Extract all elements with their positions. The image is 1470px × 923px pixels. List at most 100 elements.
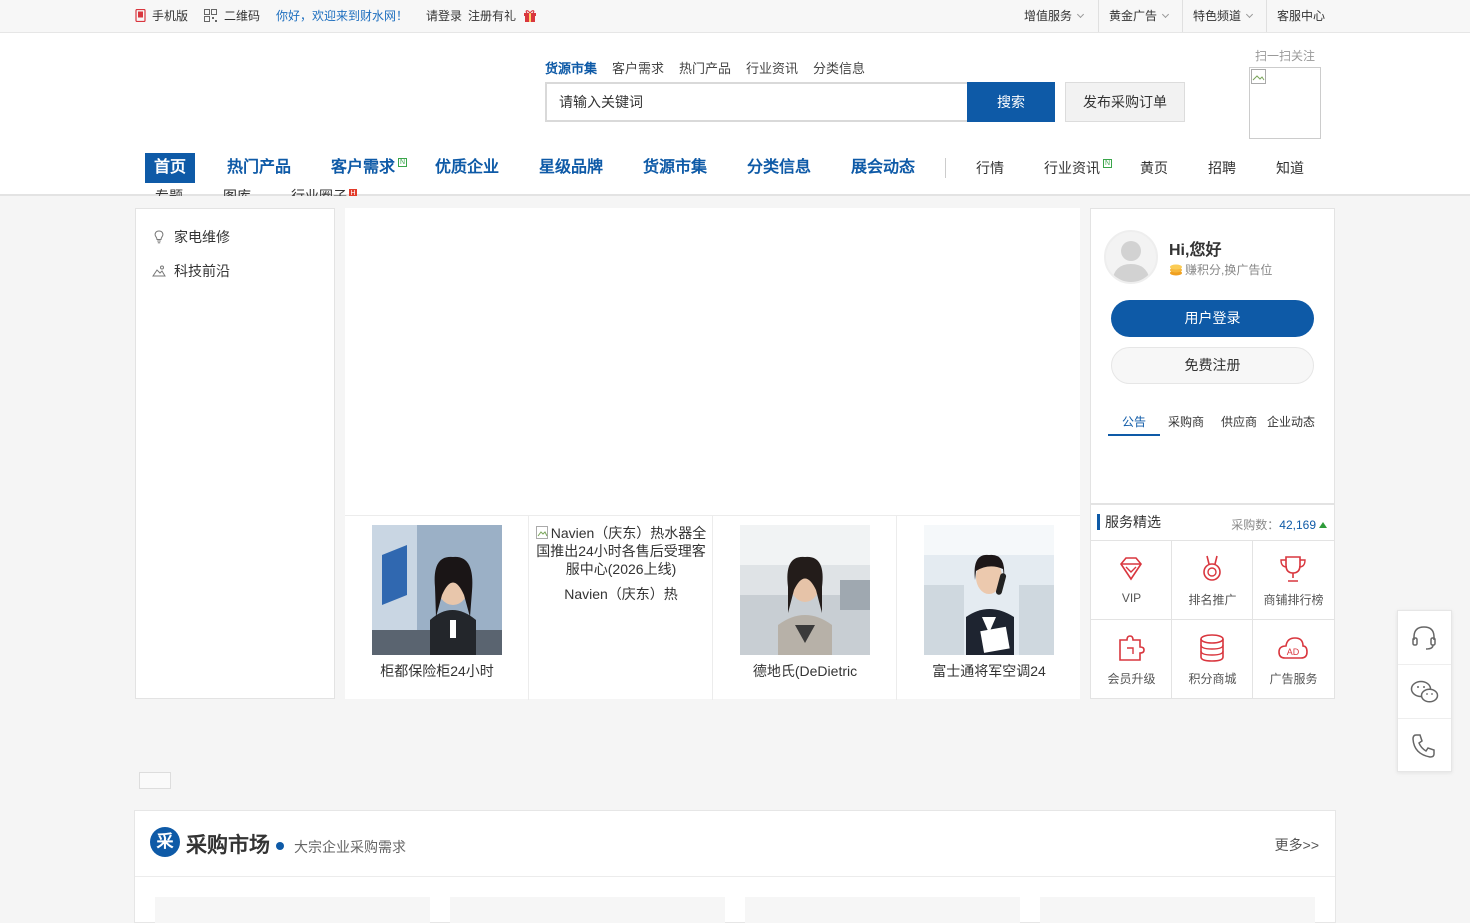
service-ranking-promotion[interactable]: 排名推广 [1172,540,1253,619]
service-points-mall[interactable]: 积分商城 [1172,619,1253,698]
search-tab-demand[interactable]: 客户需求 [612,58,664,77]
service-member-upgrade[interactable]: 会员升级 [1091,619,1172,698]
free-register-button[interactable]: 免费注册 [1111,347,1314,384]
qrcode-link[interactable]: 二维码 [204,0,260,32]
nav-customer-demand-label: 客户需求 [331,159,396,176]
chevron-down-icon [1245,10,1254,19]
user-panel: Hi,您好 赚积分,换广告位 用户登录 免费注册 公告 采购商 供应商 企业动态 [1090,208,1335,504]
category-appliance-repair[interactable]: 家电维修 [152,227,230,247]
service-advertising[interactable]: AD 广告服务 [1253,619,1334,698]
user-login-button[interactable]: 用户登录 [1111,300,1314,337]
login-link[interactable]: 请登录 [426,0,462,32]
nav-yellow-pages[interactable]: 黄页 [1140,155,1168,181]
earn-points-link[interactable]: 赚积分,换广告位 [1169,261,1272,278]
purchase-card[interactable] [450,897,725,923]
nav-circles-label: 行业圈子 [291,188,347,196]
thumb-caption: 德地氏(DeDietric [752,663,858,679]
nav-topics[interactable]: 专题 [155,185,183,196]
search-tab-market[interactable]: 货源市集 [545,58,597,77]
services-panel: 服务精选 采购数：42,169 VIP 排名推广 商铺排行榜 会员升级 积分商城… [1090,504,1335,699]
nav-classified[interactable]: 分类信息 [747,155,811,181]
register-gift-link[interactable]: 注册有礼 [468,0,537,32]
nav-customer-demand[interactable]: 客户需求 N [331,155,408,181]
nav-hot-products[interactable]: 热门产品 [227,155,291,181]
gold-ads-menu[interactable]: 黄金广告 [1098,0,1178,32]
thumb-alt-text: Navien（庆东）热水器全国推出24小时各售后受理客服中心(2026上线) [536,525,707,577]
qrcode-label: 二维码 [224,9,261,23]
nav-gallery[interactable]: 图库 [223,185,251,196]
wechat-button[interactable] [1398,665,1451,719]
support-button[interactable] [1398,611,1451,665]
banner-carousel[interactable] [345,208,1080,515]
nav-jobs[interactable]: 招聘 [1208,155,1236,181]
more-link[interactable]: 更多>> [1275,835,1319,855]
search-tab-hot-products[interactable]: 热门产品 [679,58,731,77]
thumb-item[interactable]: 柜都保险柜24小时 [345,516,529,700]
thumb-photo [372,525,502,655]
service-vip[interactable]: VIP [1091,540,1172,619]
qr-code-image [1249,67,1321,139]
section-subtitle: 大宗企业采购需求 [294,839,406,855]
nav-star-brands[interactable]: 星级品牌 [539,155,603,181]
user-avatar-icon [1112,241,1150,282]
nav-industry-news[interactable]: 行业资讯 N [1044,155,1112,181]
dot-icon [276,842,284,850]
purchase-card[interactable] [745,897,1020,923]
svg-text:AD: AD [1287,647,1300,657]
hot-badge: H [349,189,357,196]
thumb-caption: 富士通将军空调24 [932,663,1046,679]
thumb-item[interactable]: Navien（庆东）热水器全国推出24小时各售后受理客服中心(2026上线) N… [528,516,712,700]
mobile-link[interactable]: 手机版 [135,0,188,32]
puzzle-icon [1119,635,1145,661]
broken-image-icon [1251,69,1266,84]
trophy-icon [1280,556,1306,582]
purchase-count: 采购数：42,169 [1231,516,1327,533]
nav-quality-companies[interactable]: 优质企业 [435,155,499,181]
tab-announcement[interactable]: 公告 [1122,413,1146,430]
category-tech-frontier[interactable]: 科技前沿 [152,261,230,281]
search-button[interactable]: 搜索 [967,82,1055,122]
new-badge: N [398,158,408,167]
nav-circles[interactable]: 行业圈子 H [291,185,357,196]
thumb-item[interactable]: 富士通将军空调24 [896,516,1080,700]
thumb-item[interactable]: 德地氏(DeDietric [712,516,896,700]
phone-button[interactable] [1398,719,1451,773]
customer-service-link[interactable]: 客服中心 [1266,0,1335,32]
search-input[interactable]: 请输入关键词 [545,82,967,122]
service-label: 积分商城 [1188,672,1237,686]
tab-company-news[interactable]: 企业动态 [1267,413,1315,430]
chevron-down-icon [1076,10,1085,19]
headset-icon [1412,626,1436,650]
publish-order-button[interactable]: 发布采购订单 [1065,82,1185,122]
nav-exhibitions[interactable]: 展会动态 [851,155,915,181]
ad-cloud-icon: AD [1278,637,1308,659]
medal-icon [1203,555,1221,581]
nav-market[interactable]: 货源市集 [643,155,707,181]
earn-points-label: 赚积分,换广告位 [1185,263,1273,277]
value-added-menu[interactable]: 增值服务 [1014,0,1093,32]
arrow-up-icon [1319,522,1327,528]
service-shop-ranking[interactable]: 商铺排行榜 [1253,540,1334,619]
thumb-broken-image: Navien（庆东）热水器全国推出24小时各售后受理客服中心(2026上线) [535,524,707,578]
category-label: 家电维修 [174,229,230,245]
search-tab-classified[interactable]: 分类信息 [813,58,865,77]
thumb-photo [740,525,870,655]
section-title: 采购市场 [186,834,270,857]
nav-quotes[interactable]: 行情 [976,155,1004,181]
telephone-icon [1412,734,1435,758]
category-label: 科技前沿 [174,263,230,279]
purchase-market-section: 采 采购市场 大宗企业采购需求 更多>> [134,810,1336,923]
purchase-count-label: 采购数： [1231,518,1280,532]
purchase-count-value: 42,169 [1279,518,1316,532]
nav-knowledge[interactable]: 知道 [1276,155,1304,181]
tab-buyers[interactable]: 采购商 [1168,413,1204,430]
purchase-card[interactable] [1040,897,1315,923]
avatar [1104,230,1158,284]
coins-icon [1170,264,1182,276]
tab-suppliers[interactable]: 供应商 [1221,413,1257,430]
chevron-down-icon [1161,10,1170,19]
search-tab-news[interactable]: 行业资讯 [746,58,798,77]
special-channel-menu[interactable]: 特色频道 [1182,0,1262,32]
nav-home[interactable]: 首页 [145,153,196,183]
purchase-card[interactable] [155,897,430,923]
